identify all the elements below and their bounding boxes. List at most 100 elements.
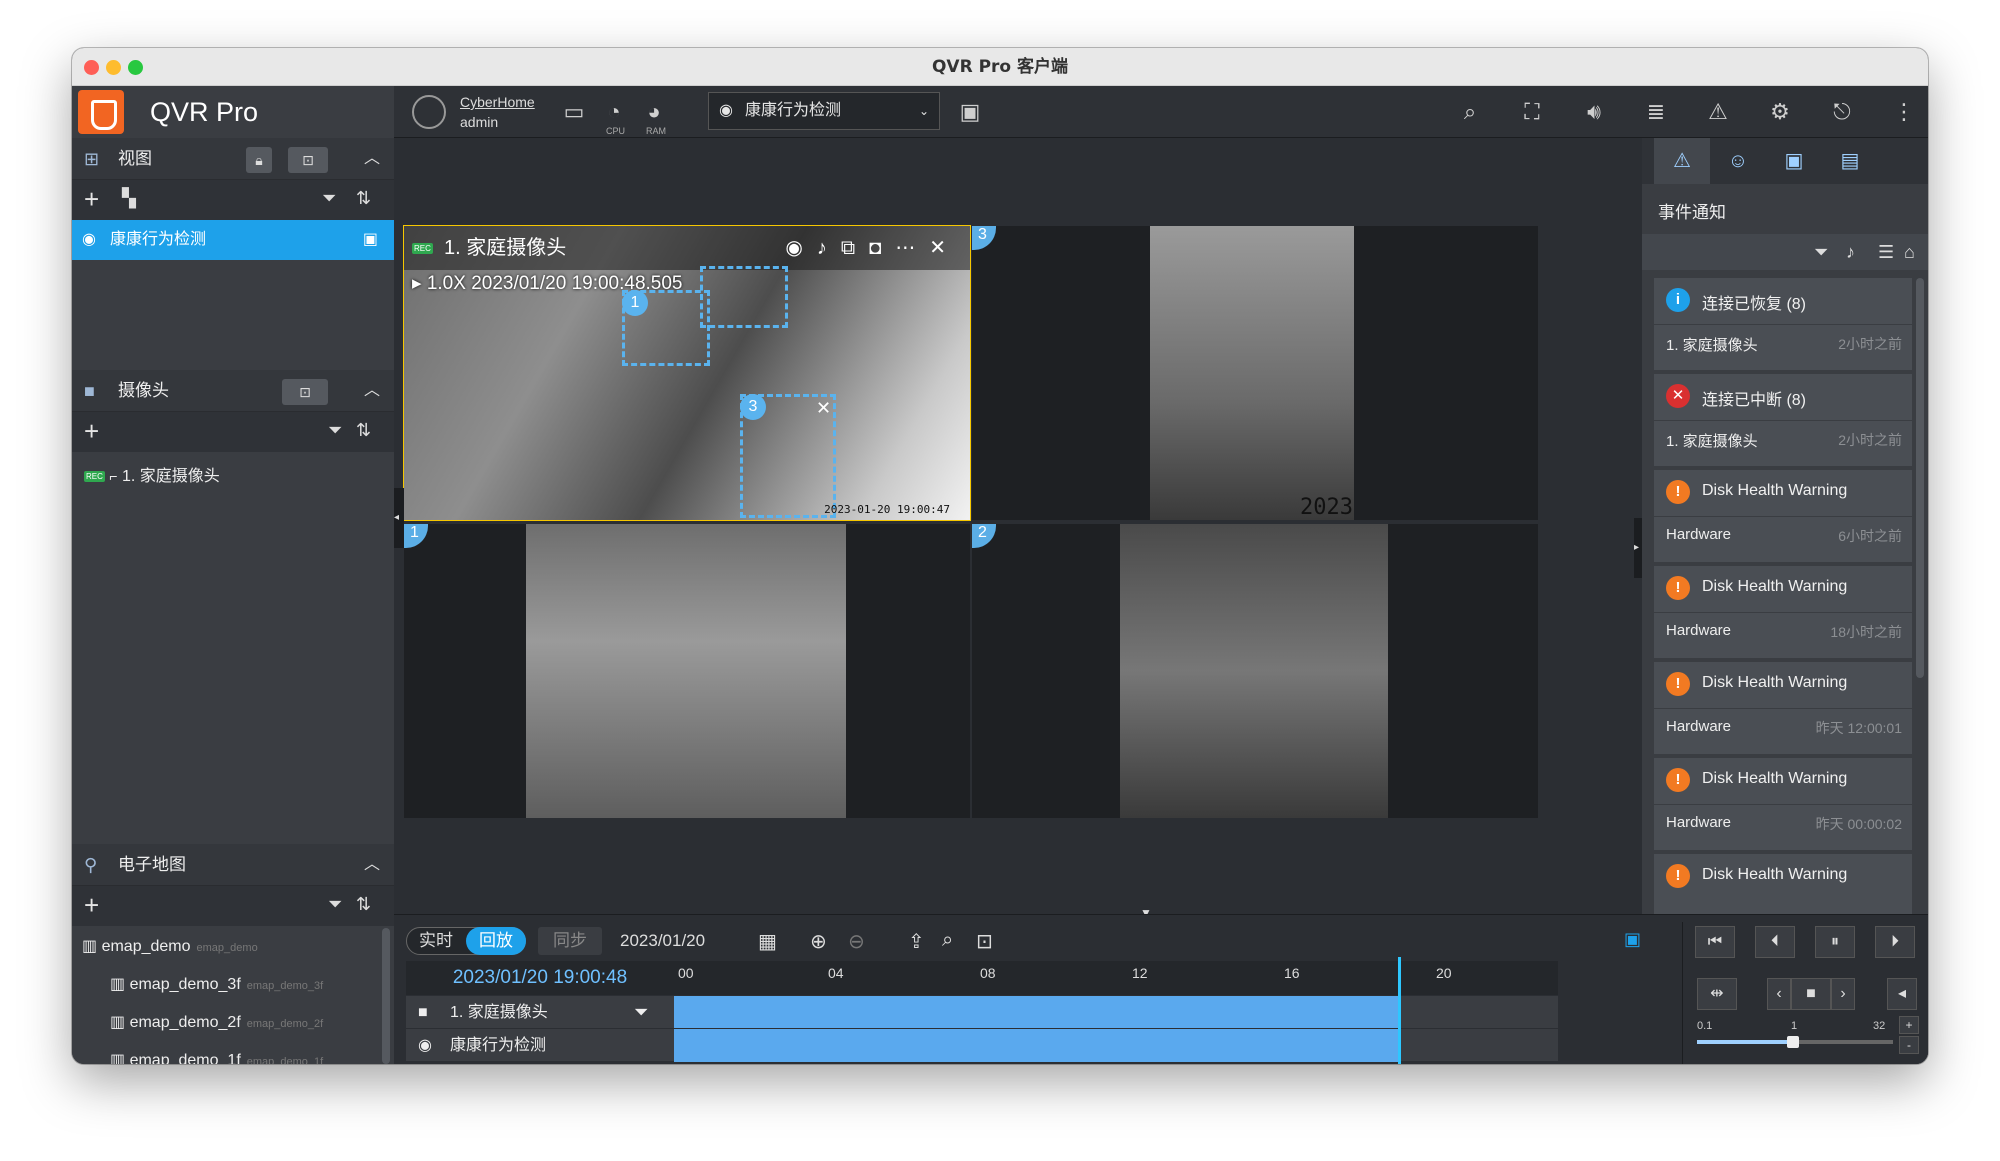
camera-layout-button[interactable]: ⊡ — [282, 379, 328, 405]
timeline[interactable]: 2023/01/20 19:00:48 00 04 08 12 16 20 ■ … — [406, 957, 1558, 1064]
gear-icon[interactable]: ⚙ — [1766, 98, 1794, 126]
layout-icon[interactable]: ▚ — [122, 188, 136, 209]
minimize-window-button[interactable] — [106, 60, 121, 75]
emap-scrollbar[interactable] — [382, 928, 390, 1064]
snapshot-icon[interactable]: ◘ — [869, 237, 895, 259]
event-card[interactable]: ! Disk Health Warning — [1654, 854, 1912, 914]
layers-icon[interactable]: ≣ — [1642, 98, 1670, 126]
pause-icon[interactable]: ⏸ — [1815, 926, 1855, 958]
event-card[interactable]: i 连接已恢复 (8) 1. 家庭摄像头 2小时之前 — [1654, 278, 1912, 370]
user-avatar-icon[interactable] — [412, 95, 446, 129]
filter-icon[interactable]: ⏷ — [328, 420, 342, 441]
close-window-button[interactable] — [84, 60, 99, 75]
volume-icon[interactable]: 🔊︎ — [1580, 98, 1608, 126]
save-view-icon[interactable]: ▣ — [956, 98, 984, 126]
time-ruler[interactable]: 00 04 08 12 16 20 — [674, 961, 1558, 995]
user-info[interactable]: CyberHome admin — [460, 92, 535, 132]
live-button[interactable]: 实时 — [406, 927, 466, 955]
volume-icon[interactable]: ♪ — [817, 237, 841, 259]
monitor-icon[interactable]: ▭ — [560, 98, 588, 126]
chevron-up-icon[interactable]: ︿ — [364, 844, 380, 886]
views-section-header[interactable]: ⊞ 视图 🔒︎ ⊡ ︿ — [72, 138, 394, 180]
video-tile-focused[interactable]: REC 1. 家庭摄像头 ◉♪⧉◘⋯✕ ▸ 1.0X 2023/01/20 19… — [403, 225, 971, 521]
zoom-in-icon[interactable]: ⊕ — [810, 929, 827, 954]
calendar-icon[interactable]: ▦ — [758, 929, 777, 954]
emap-section-header[interactable]: ⚲ 电子地图 ︿ — [72, 844, 394, 886]
event-card[interactable]: ! Disk Health Warning Hardware 昨天 12:00:… — [1654, 662, 1912, 754]
timeline-date[interactable]: 2023/01/20 — [620, 931, 705, 951]
timeline-row-view[interactable]: ◉ 康康行为检测 — [406, 1028, 1558, 1062]
view-select[interactable]: ◉ 康康行为检测 ⌄ — [708, 92, 940, 130]
video-tile[interactable]: 3 2023 — [972, 226, 1538, 520]
events-scrollbar[interactable] — [1916, 278, 1924, 678]
chevron-up-icon[interactable]: ︿ — [364, 370, 380, 412]
camera-toggle-icon[interactable]: ▣ — [1624, 929, 1641, 950]
step-back-icon[interactable]: ◂ — [1887, 978, 1917, 1010]
cameras-section-header[interactable]: ■ 摄像头 ⊡ ︿ — [72, 370, 394, 412]
tab-log-icon[interactable]: ▤ — [1822, 138, 1878, 184]
view-layout-button[interactable]: ⊡ — [288, 147, 328, 173]
filter-icon[interactable]: ⏷ — [322, 188, 336, 209]
more-icon[interactable]: ⋯ — [895, 237, 929, 259]
emap-item[interactable]: ▥ emap_demo_3f emap_demo_3f — [110, 974, 323, 994]
fullscreen-icon[interactable]: ⛶ — [1518, 98, 1546, 126]
event-card[interactable]: ✕ 连接已中断 (8) 1. 家庭摄像头 2小时之前 — [1654, 374, 1912, 466]
speed-plus-button[interactable]: + — [1899, 1016, 1919, 1034]
tab-bookmark-icon[interactable]: ▣ — [1766, 138, 1822, 184]
emap-item[interactable]: ▥ emap_demo emap_demo — [82, 936, 258, 956]
pip-icon[interactable]: ⧉ — [841, 237, 869, 259]
clear-icon[interactable]: ⌂ — [1904, 242, 1915, 263]
close-icon[interactable]: ✕ — [929, 237, 960, 259]
bell-icon[interactable]: ♪ — [1846, 242, 1855, 263]
speed-minus-button[interactable]: - — [1899, 1036, 1919, 1054]
record-icon[interactable]: ◉ — [785, 237, 816, 259]
sort-icon[interactable]: ⇅ — [356, 188, 371, 209]
skip-to-start-icon[interactable]: ⏮ — [1695, 926, 1735, 958]
previous-frame-icon[interactable]: ⏴ — [1755, 926, 1795, 958]
search-zoom-icon[interactable]: ⌕ — [942, 929, 953, 952]
save-icon[interactable]: ▣ — [363, 220, 378, 260]
add-camera-button[interactable]: + — [84, 416, 99, 447]
recording-bar[interactable] — [674, 996, 1398, 1029]
video-tile[interactable]: 1 — [404, 524, 970, 818]
timeline-cursor[interactable] — [1398, 957, 1401, 1064]
camera-list-item[interactable]: REC ⌐ 1. 家庭摄像头 — [72, 458, 394, 494]
tab-events-alarm-icon[interactable]: ⚠ — [1654, 138, 1710, 184]
event-card[interactable]: ! Disk Health Warning Hardware 昨天 00:00:… — [1654, 758, 1912, 850]
search-icon[interactable]: ⌕ — [1456, 98, 1484, 126]
add-view-button[interactable]: + — [84, 184, 99, 215]
chevron-left-icon[interactable]: ‹ — [1767, 978, 1791, 1010]
filter-icon[interactable]: ⏷ — [634, 996, 648, 1029]
add-emap-button[interactable]: + — [84, 890, 99, 921]
sort-icon[interactable]: ⇅ — [356, 420, 371, 441]
view-list-item[interactable]: ◉ 康康行为检测 ▣ — [72, 220, 394, 260]
speed-slider-thumb[interactable] — [1787, 1036, 1799, 1048]
chevron-right-icon[interactable]: › — [1831, 978, 1855, 1010]
sync-button[interactable]: 同步 — [538, 927, 602, 955]
more-menu-icon[interactable]: ⋮ — [1890, 98, 1918, 126]
timeline-row-camera[interactable]: ■ 1. 家庭摄像头 ⏷ — [406, 995, 1558, 1029]
next-frame-icon[interactable]: ⏵ — [1875, 926, 1915, 958]
event-card[interactable]: ! Disk Health Warning Hardware 18小时之前 — [1654, 566, 1912, 658]
event-bar[interactable] — [674, 1029, 1398, 1062]
sort-icon[interactable]: ⇅ — [356, 894, 371, 915]
collapse-left-icon[interactable]: ◂ — [394, 488, 404, 548]
zoom-window-button[interactable] — [128, 60, 143, 75]
filter-icon[interactable]: ⏷ — [328, 894, 342, 915]
settings-sliders-icon[interactable]: ☰ — [1878, 242, 1894, 263]
roi-close-icon[interactable]: ✕ — [816, 398, 831, 419]
smart-search-icon[interactable]: ⊡ — [976, 929, 993, 954]
tab-face-icon[interactable]: ☺ — [1710, 138, 1766, 184]
logout-icon[interactable]: ⎋ — [1828, 98, 1856, 126]
roi-region-2[interactable] — [700, 266, 788, 328]
camera-switch-icon[interactable]: ■ — [1791, 978, 1831, 1010]
emap-item[interactable]: ▥ emap_demo_2f emap_demo_2f — [110, 1012, 323, 1032]
lock-icon[interactable]: 🔒︎ — [246, 147, 272, 173]
speed-toggle-icon[interactable]: ⇹ — [1697, 978, 1737, 1010]
export-icon[interactable]: ⇪ — [908, 929, 925, 954]
event-card[interactable]: ! Disk Health Warning Hardware 6小时之前 — [1654, 470, 1912, 562]
video-tile[interactable]: 2 — [972, 524, 1538, 818]
chevron-up-icon[interactable]: ︿ — [364, 138, 380, 180]
alarm-mute-icon[interactable]: ⚠ — [1704, 98, 1732, 126]
zoom-out-icon[interactable]: ⊖ — [848, 929, 865, 954]
